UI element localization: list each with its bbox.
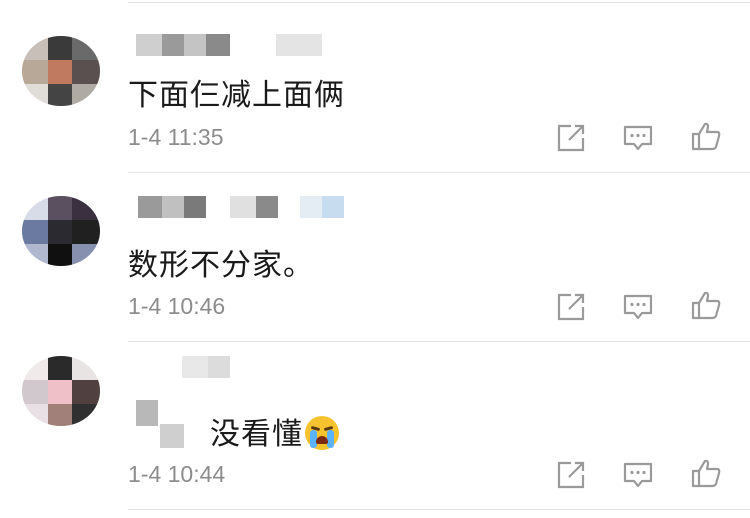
share-button[interactable]: [555, 123, 587, 153]
divider: [128, 341, 750, 342]
comment-icon: [623, 294, 653, 320]
reply-button[interactable]: [622, 123, 654, 153]
like-button[interactable]: [690, 121, 722, 151]
reply-button[interactable]: [622, 460, 654, 490]
share-button[interactable]: [555, 292, 587, 322]
comment-icon: [623, 125, 653, 151]
avatar[interactable]: [22, 36, 100, 106]
timestamp: 1-4 11:35: [128, 124, 224, 150]
thumbs-up-icon: [691, 459, 721, 488]
reply-button[interactable]: [622, 292, 654, 322]
thumbs-up-icon: [691, 122, 721, 151]
avatar[interactable]: [22, 356, 100, 426]
timestamp: 1-4 10:46: [128, 293, 226, 319]
share-button[interactable]: [555, 460, 587, 490]
like-button[interactable]: [690, 458, 722, 488]
comment-text: 数形不分家。: [128, 248, 314, 283]
share-icon: [557, 293, 585, 321]
comment-text: 下面仨减上面俩: [128, 78, 345, 113]
timestamp: 1-4 10:44: [128, 461, 226, 487]
divider: [128, 172, 750, 173]
comment-icon: [623, 462, 653, 488]
comment-text: 没看懂: [210, 409, 339, 453]
share-icon: [557, 461, 585, 489]
avatar[interactable]: [22, 196, 100, 266]
divider: [128, 509, 750, 510]
divider: [128, 2, 750, 3]
crying-face-emoji: [305, 416, 339, 450]
thumbs-up-icon: [691, 291, 721, 320]
comment-text-content: 没看懂: [210, 417, 303, 452]
share-icon: [557, 124, 585, 152]
like-button[interactable]: [690, 290, 722, 320]
